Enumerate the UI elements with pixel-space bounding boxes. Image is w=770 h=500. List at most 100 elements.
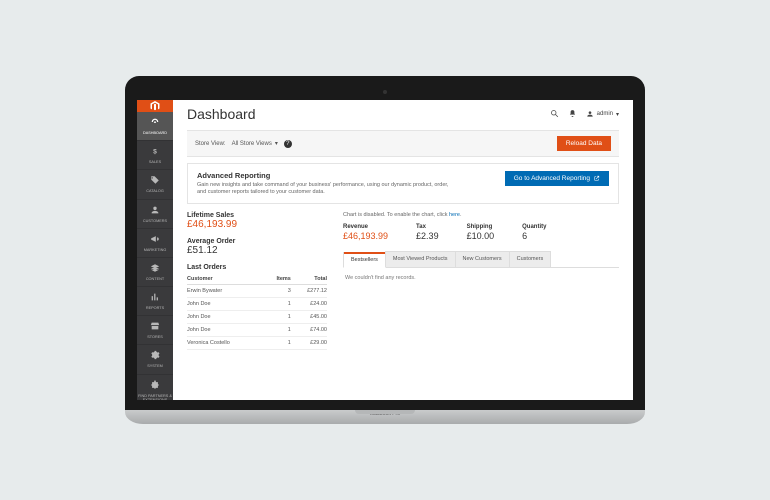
tag-icon — [150, 175, 160, 187]
chart-disabled-text: Chart is disabled. To enable the chart, … — [343, 212, 449, 218]
sidebar-item-content[interactable]: CONTENT — [137, 258, 173, 287]
account-menu[interactable]: admin ▾ — [586, 110, 619, 118]
sidebar-item-label: FIND PARTNERS & EXTENSIONS — [138, 394, 172, 400]
tab-panel: We couldn't find any records. — [343, 268, 619, 288]
puzzle-icon — [150, 380, 160, 392]
tax-label: Tax — [416, 224, 439, 230]
notifications-icon[interactable] — [568, 109, 577, 120]
empty-records-message: We couldn't find any records. — [345, 275, 416, 281]
last-orders-table: Customer Items Total Erwin Bywater3£277.… — [187, 274, 327, 350]
totals-row: Revenue £46,193.99 Tax £2.39 Shipping £1… — [343, 224, 619, 241]
cell-customer: Erwin Bywater — [187, 285, 265, 298]
cell-total: £74.00 — [291, 324, 327, 337]
bars-icon — [150, 292, 160, 304]
cell-items: 3 — [265, 285, 291, 298]
cell-items: 1 — [265, 311, 291, 324]
sidebar-item-label: CUSTOMERS — [143, 219, 167, 223]
sidebar-item-catalog[interactable]: CATALOG — [137, 170, 173, 199]
magento-icon — [149, 100, 161, 112]
total-revenue: Revenue £46,193.99 — [343, 224, 388, 241]
table-row[interactable]: John Doe1£24.00 — [187, 298, 327, 311]
chevron-down-icon: ▾ — [275, 140, 278, 147]
advanced-reporting-body: Gain new insights and take command of yo… — [197, 182, 457, 196]
table-row[interactable]: John Doe1£74.00 — [187, 324, 327, 337]
reload-data-button[interactable]: Reload Data — [557, 136, 611, 151]
advanced-reporting-panel: Advanced Reporting Gain new insights and… — [187, 163, 619, 204]
magento-logo[interactable] — [137, 100, 173, 112]
quantity-label: Quantity — [522, 224, 546, 230]
sidebar-item-find-partners-extensions[interactable]: FIND PARTNERS & EXTENSIONS — [137, 375, 173, 400]
tab-new-customers[interactable]: New Customers — [455, 251, 510, 267]
lifetime-sales-block: Lifetime Sales £46,193.99 — [187, 212, 327, 230]
cell-total: £277.12 — [291, 285, 327, 298]
enable-chart-link[interactable]: here — [449, 212, 460, 218]
cell-customer: John Doe — [187, 311, 265, 324]
total-quantity: Quantity 6 — [522, 224, 546, 241]
col-customer: Customer — [187, 274, 265, 285]
total-tax: Tax £2.39 — [416, 224, 439, 241]
tab-most-viewed-products[interactable]: Most Viewed Products — [385, 251, 456, 267]
sidebar-item-system[interactable]: SYSTEM — [137, 345, 173, 374]
lifetime-sales-value: £46,193.99 — [187, 219, 327, 230]
store-scope-bar: Store View: All Store Views ▾ ? Reload D… — [187, 130, 619, 157]
svg-text:$: $ — [153, 149, 157, 156]
sidebar-item-reports[interactable]: REPORTS — [137, 287, 173, 316]
table-row[interactable]: Erwin Bywater3£277.12 — [187, 285, 327, 298]
topbar: Dashboard admin ▾ — [173, 100, 633, 126]
sidebar-item-label: SYSTEM — [147, 364, 163, 368]
cell-customer: John Doe — [187, 324, 265, 337]
go-to-advanced-reporting-button[interactable]: Go to Advanced Reporting — [505, 171, 609, 186]
cell-total: £45.00 — [291, 311, 327, 324]
scope-value: All Store Views — [232, 141, 272, 147]
scope-switcher[interactable]: All Store Views ▾ — [232, 140, 278, 147]
dollar-icon: $ — [150, 146, 160, 158]
shipping-label: Shipping — [467, 224, 495, 230]
sidebar-item-label: REPORTS — [146, 306, 164, 310]
table-row[interactable]: John Doe1£45.00 — [187, 311, 327, 324]
shipping-value: £10.00 — [467, 231, 495, 241]
last-orders-block: Last Orders Customer Items Total Erwin B… — [187, 264, 327, 350]
person-icon — [586, 110, 594, 118]
help-icon[interactable]: ? — [284, 140, 292, 148]
col-items: Items — [265, 274, 291, 285]
admin-sidebar: DASHBOARD $ SALES CATALOG CUSTOMERS MARKETING… — [137, 100, 173, 400]
tab-bestsellers[interactable]: Bestsellers — [343, 252, 386, 268]
advanced-reporting-cta-label: Go to Advanced Reporting — [514, 175, 590, 182]
average-order-value: £51.12 — [187, 245, 327, 256]
dashboard-tabs: BestsellersMost Viewed ProductsNew Custo… — [343, 251, 619, 268]
average-order-block: Average Order £51.12 — [187, 238, 327, 256]
sidebar-item-label: CONTENT — [146, 277, 164, 281]
cell-items: 1 — [265, 337, 291, 350]
tab-customers[interactable]: Customers — [509, 251, 552, 267]
cell-items: 1 — [265, 324, 291, 337]
account-label: admin — [597, 111, 613, 117]
average-order-label: Average Order — [187, 238, 327, 245]
col-total: Total — [291, 274, 327, 285]
cell-customer: Veronica Costello — [187, 337, 265, 350]
search-icon[interactable] — [550, 109, 559, 120]
top-actions: admin ▾ — [550, 109, 619, 120]
sidebar-item-label: SALES — [149, 160, 161, 164]
sidebar-item-marketing[interactable]: MARKETING — [137, 229, 173, 258]
total-shipping: Shipping £10.00 — [467, 224, 495, 241]
sidebar-item-customers[interactable]: CUSTOMERS — [137, 200, 173, 229]
laptop-frame: DASHBOARD $ SALES CATALOG CUSTOMERS MARKETING… — [125, 76, 645, 424]
scope-label: Store View: — [195, 141, 226, 147]
sidebar-item-label: CATALOG — [146, 189, 164, 193]
revenue-label: Revenue — [343, 224, 388, 230]
cell-items: 1 — [265, 298, 291, 311]
camera-dot — [383, 90, 387, 94]
cell-customer: John Doe — [187, 298, 265, 311]
advanced-reporting-heading: Advanced Reporting — [197, 171, 457, 180]
external-link-icon — [593, 175, 600, 182]
laptop-base: MacBook Pro — [125, 410, 645, 424]
tax-value: £2.39 — [416, 231, 439, 241]
revenue-value: £46,193.99 — [343, 231, 388, 241]
sidebar-item-dashboard[interactable]: DASHBOARD — [137, 112, 173, 141]
dashboard-right-column: Chart is disabled. To enable the chart, … — [343, 212, 619, 350]
table-row[interactable]: Veronica Costello1£29.00 — [187, 337, 327, 350]
chevron-down-icon: ▾ — [616, 111, 619, 118]
sidebar-item-sales[interactable]: $ SALES — [137, 141, 173, 170]
sidebar-item-stores[interactable]: STORES — [137, 316, 173, 345]
quantity-value: 6 — [522, 231, 527, 241]
